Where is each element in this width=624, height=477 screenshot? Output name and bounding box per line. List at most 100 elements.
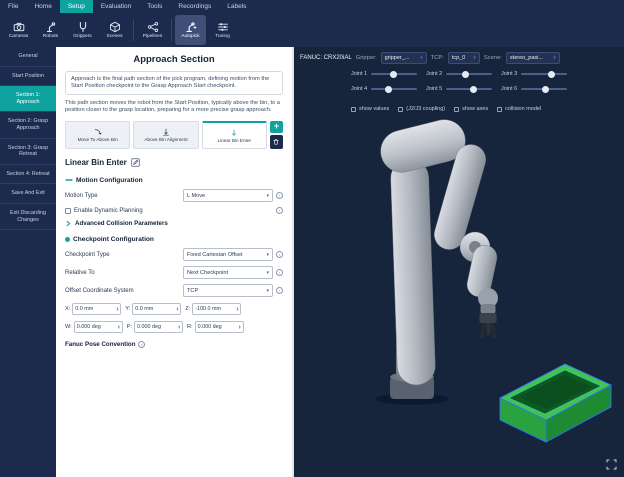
slider-handle[interactable] <box>385 86 392 93</box>
option-j2-j3-coupling[interactable]: (J2/J3 coupling) <box>398 106 445 112</box>
slider-handle[interactable] <box>548 71 555 78</box>
delete-step-button[interactable] <box>270 135 283 149</box>
fit-view-button[interactable] <box>606 459 617 470</box>
option-show-axes[interactable]: show axes <box>454 106 488 112</box>
info-icon[interactable]: i <box>276 251 283 258</box>
input-value: 0.000 deg <box>77 324 101 330</box>
sidebar-item-start-position[interactable]: Start Position <box>0 67 56 87</box>
option-label: (J2/J3 coupling) <box>406 106 445 112</box>
offset-x-input[interactable]: 0.0 mm ▴▾ <box>72 303 121 315</box>
toolbar-item-pipelines[interactable]: Pipelines <box>137 15 168 45</box>
show-axes-checkbox[interactable] <box>454 107 459 112</box>
sidebar-item-general[interactable]: General <box>0 47 56 67</box>
sidebar-item-section-4-retreat[interactable]: Section 4: Retreat <box>0 165 56 185</box>
info-icon[interactable]: i <box>276 207 283 214</box>
joint-2-slider[interactable] <box>446 73 492 75</box>
offset-w-input[interactable]: 0.000 deg ▴▾ <box>74 321 123 333</box>
chevron-down-icon: ▾ <box>266 270 269 276</box>
option-show-values[interactable]: show values <box>351 106 389 112</box>
j2-j3-coupling-checkbox[interactable] <box>398 107 403 112</box>
collapse-minus-icon[interactable] <box>65 176 73 184</box>
joint-6-label: Joint 6 <box>501 86 517 92</box>
spinner-icons[interactable]: ▴▾ <box>118 325 120 331</box>
joint-3-slider[interactable] <box>521 73 567 75</box>
joint-1-slider[interactable] <box>371 73 417 75</box>
step-label: Linear Bin Enter <box>218 138 252 143</box>
menu-item-evaluation[interactable]: Evaluation <box>93 0 139 13</box>
edit-pencil-icon[interactable] <box>131 158 140 167</box>
offset-z-field: Z: -100.0 mm ▴▾ <box>185 303 241 315</box>
joint-2-row: Joint 2 <box>426 71 492 77</box>
approach-section-panel: Approach Section Approach is the final p… <box>56 47 294 477</box>
slider-handle[interactable] <box>462 71 469 78</box>
sidebar-item-section-2-grasp-approach[interactable]: Section 2: Grasp Approach <box>0 112 56 138</box>
robot-3d-viewport[interactable]: FANUC: CRX20iAL Gripper: gripper_... ▾ T… <box>294 47 624 477</box>
show-values-checkbox[interactable] <box>351 107 356 112</box>
add-step-button[interactable]: + <box>270 121 283 133</box>
checkpoint-type-row: Checkpoint Type Fixed Cartesian Offset ▾… <box>65 248 283 261</box>
joint-3-row: Joint 3 <box>501 71 567 77</box>
sidebar-item-exit-discarding-changes[interactable]: Exit Discarding Changes <box>0 204 56 230</box>
motion-type-select[interactable]: L Move ▾ <box>183 189 273 202</box>
offset-coordinate-system-select[interactable]: TCP ▾ <box>183 284 273 297</box>
toolbar: Cameras Robots Grippers Scenes Pipelines… <box>0 13 624 47</box>
offset-z-input[interactable]: -100.0 mm ▴▾ <box>192 303 241 315</box>
menu-item-labels[interactable]: Labels <box>219 0 254 13</box>
gripper-select[interactable]: gripper_... ▾ <box>381 52 427 64</box>
joint-6-slider[interactable] <box>521 88 567 90</box>
slider-handle[interactable] <box>542 86 549 93</box>
offset-p-input[interactable]: 0.000 deg ▴▾ <box>134 321 183 333</box>
sidebar-item-save-and-exit[interactable]: Save And Exit <box>0 184 56 204</box>
step-title: Linear Bin Enter <box>65 158 127 167</box>
dynamic-planning-checkbox[interactable] <box>65 208 71 214</box>
toolbar-item-cameras[interactable]: Cameras <box>3 15 34 45</box>
step-tab-above-bin-alignment[interactable]: Above Bin Alignment <box>133 121 198 149</box>
offset-p-label: P: <box>127 324 132 330</box>
collision-model-checkbox[interactable] <box>497 107 502 112</box>
chevron-down-icon: ▾ <box>266 193 269 199</box>
menu-item-setup[interactable]: Setup <box>60 0 93 13</box>
menu-item-file[interactable]: File <box>0 0 26 13</box>
joint-5-slider[interactable] <box>446 88 492 90</box>
menu-item-recordings[interactable]: Recordings <box>170 0 219 13</box>
toolbar-item-robots[interactable]: Robots <box>35 15 66 45</box>
step-tab-move-to-above-bin[interactable]: Move To Above Bin <box>65 121 130 149</box>
relative-to-select[interactable]: Next Checkpoint ▾ <box>183 266 273 279</box>
tuning-icon <box>217 21 229 33</box>
offset-r-input[interactable]: 0.000 deg ▴▾ <box>195 321 244 333</box>
spinner-icons[interactable]: ▴▾ <box>239 325 241 331</box>
spinner-icons[interactable]: ▴▾ <box>177 307 179 313</box>
menu-item-home[interactable]: Home <box>26 0 59 13</box>
info-icon[interactable]: i <box>276 269 283 276</box>
advanced-collision-parameters-toggle[interactable]: Advanced Collision Parameters <box>65 220 283 227</box>
toolbar-item-autopick[interactable]: Autopick <box>175 15 206 45</box>
scene-select[interactable]: stereo_pasi... ▾ <box>506 52 560 64</box>
chevron-down-icon: ▾ <box>266 288 269 294</box>
select-value: stereo_pasi... <box>510 55 543 61</box>
motion-configuration-header[interactable]: Motion Configuration <box>65 176 283 184</box>
step-tab-linear-bin-enter[interactable]: Linear Bin Enter <box>202 121 267 149</box>
tcp-select[interactable]: tcp_0 ▾ <box>448 52 480 64</box>
checkpoint-configuration-header[interactable]: Checkpoint Configuration <box>65 236 283 243</box>
toolbar-item-grippers[interactable]: Grippers <box>67 15 98 45</box>
toolbar-item-scenes[interactable]: Scenes <box>99 15 130 45</box>
section-bullet-icon <box>65 237 70 242</box>
checkpoint-type-select[interactable]: Fixed Cartesian Offset ▾ <box>183 248 273 261</box>
spinner-icons[interactable]: ▴▾ <box>178 325 180 331</box>
intro-description-2: This path section moves the robot from t… <box>65 100 283 114</box>
info-icon[interactable]: i <box>276 192 283 199</box>
step-label: Move To Above Bin <box>78 137 118 142</box>
spinner-icons[interactable]: ▴▾ <box>237 307 239 313</box>
slider-handle[interactable] <box>470 86 477 93</box>
offset-y-input[interactable]: 0.0 mm ▴▾ <box>132 303 181 315</box>
spinner-icons[interactable]: ▴▾ <box>117 307 119 313</box>
toolbar-item-tuning[interactable]: Tuning <box>207 15 238 45</box>
sidebar-item-section-3-grasp-retreat[interactable]: Section 3: Grasp Retreat <box>0 139 56 165</box>
joint-4-slider[interactable] <box>371 88 417 90</box>
sidebar-item-section-1-approach[interactable]: Section 1: Approach <box>0 86 56 112</box>
option-collision-model[interactable]: collision model <box>497 106 541 112</box>
slider-handle[interactable] <box>390 71 397 78</box>
info-icon[interactable]: i <box>138 341 145 348</box>
info-icon[interactable]: i <box>276 287 283 294</box>
menu-item-tools[interactable]: Tools <box>139 0 170 13</box>
